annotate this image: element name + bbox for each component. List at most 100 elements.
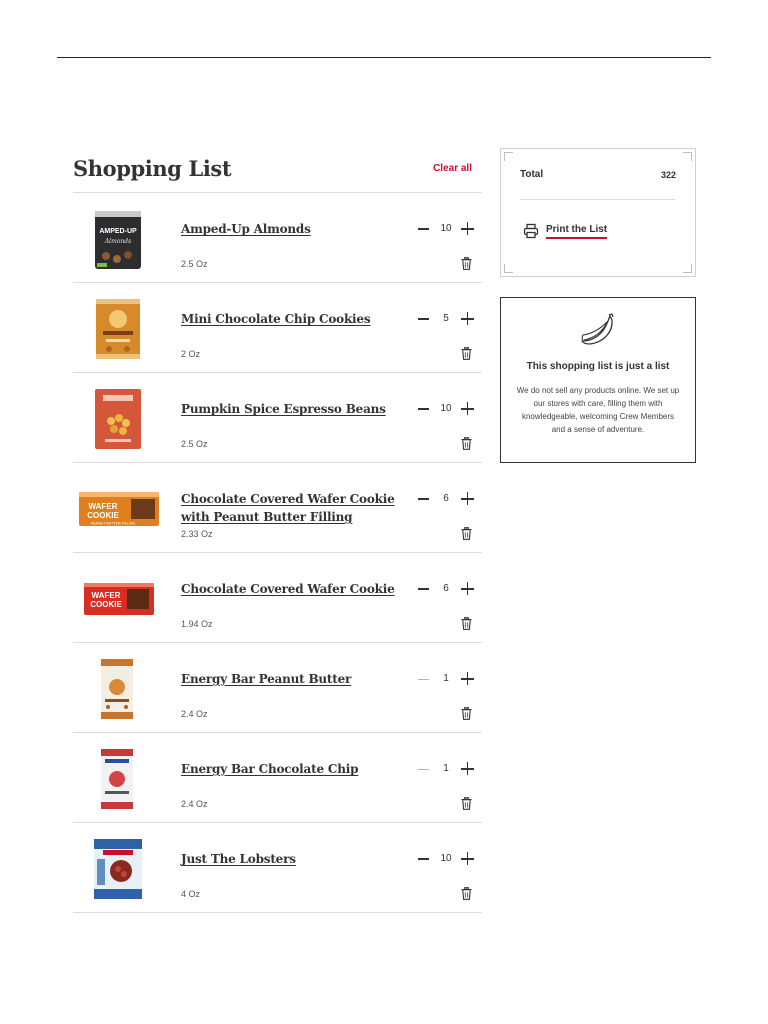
quantity-stepper: 6 xyxy=(418,491,476,507)
quantity-stepper: 5 xyxy=(418,311,476,327)
list-item: Mini Chocolate Chip Cookies 2 Oz 5 xyxy=(73,283,482,373)
quantity-value: 5 xyxy=(443,313,449,324)
product-size: 1.94 Oz xyxy=(181,619,213,629)
plus-icon[interactable] xyxy=(461,312,474,325)
quantity-stepper: 6 xyxy=(418,581,476,597)
svg-text:WAFER: WAFER xyxy=(89,502,118,511)
svg-text:PEANUT BUTTER FILLING: PEANUT BUTTER FILLING xyxy=(91,522,136,526)
quantity-stepper: 1 xyxy=(418,761,476,777)
minus-icon[interactable] xyxy=(418,318,429,320)
trash-icon[interactable] xyxy=(461,346,472,360)
trash-icon[interactable] xyxy=(461,886,472,900)
total-value: 322 xyxy=(660,170,676,180)
plus-icon[interactable] xyxy=(461,402,474,415)
svg-text:Almonds: Almonds xyxy=(104,238,131,245)
svg-text:COOKIE: COOKIE xyxy=(90,600,122,609)
quantity-value: 1 xyxy=(443,763,449,774)
product-name-link[interactable]: Just The Lobsters xyxy=(181,850,396,868)
plus-icon[interactable] xyxy=(461,222,474,235)
plus-icon[interactable] xyxy=(461,582,474,595)
quantity-stepper: 10 xyxy=(418,221,476,237)
product-name-link[interactable]: Pumpkin Spice Espresso Beans xyxy=(181,400,396,418)
product-image[interactable] xyxy=(73,839,163,899)
quantity-value: 10 xyxy=(440,223,452,234)
svg-text:COOKIE: COOKIE xyxy=(87,511,119,520)
minus-icon[interactable] xyxy=(418,768,429,770)
product-size: 2.4 Oz xyxy=(181,709,208,719)
product-image[interactable]: AMPED-UP Almonds xyxy=(73,209,163,269)
product-size: 2 Oz xyxy=(181,349,201,359)
minus-icon[interactable] xyxy=(418,498,429,500)
corner-mark xyxy=(504,264,513,273)
page-title: Shopping List xyxy=(73,156,232,181)
product-image[interactable] xyxy=(73,389,163,449)
top-rule xyxy=(57,57,711,58)
print-list-label: Print the List xyxy=(546,224,608,239)
total-box: Total 322 Print the List xyxy=(500,148,696,277)
divider xyxy=(520,199,675,200)
product-name-link[interactable]: Amped-Up Almonds xyxy=(181,220,396,238)
product-image[interactable] xyxy=(73,659,163,719)
printer-icon xyxy=(523,223,539,239)
product-size: 4 Oz xyxy=(181,889,201,899)
product-name-link[interactable]: Mini Chocolate Chip Cookies xyxy=(181,310,396,328)
quantity-value: 1 xyxy=(443,673,449,684)
product-size: 2.5 Oz xyxy=(181,439,208,449)
info-body: We do not sell any products online. We s… xyxy=(516,386,680,434)
list-item: AMPED-UP Almonds Amped-Up Almonds 2.5 Oz… xyxy=(73,193,482,283)
product-image[interactable] xyxy=(73,299,163,359)
quantity-stepper: 10 xyxy=(418,851,476,867)
product-image[interactable]: WAFER COOKIE PEANUT BUTTER FILLING xyxy=(73,479,163,539)
info-title: This shopping list is just a list xyxy=(526,361,670,372)
info-box: This shopping list is just a list We do … xyxy=(500,297,696,463)
product-image[interactable] xyxy=(73,749,163,809)
product-size: 2.33 Oz xyxy=(181,529,213,539)
product-size: 2.5 Oz xyxy=(181,259,208,269)
svg-text:WAFER: WAFER xyxy=(92,591,121,600)
plus-icon[interactable] xyxy=(461,762,474,775)
minus-icon[interactable] xyxy=(418,408,429,410)
svg-text:AMPED-UP: AMPED-UP xyxy=(99,228,137,235)
print-list-button[interactable]: Print the List xyxy=(523,222,643,242)
product-image[interactable]: WAFER COOKIE xyxy=(73,569,163,629)
product-name-link[interactable]: Chocolate Covered Wafer Cookie with Pean… xyxy=(181,490,396,526)
trash-icon[interactable] xyxy=(461,436,472,450)
trash-icon[interactable] xyxy=(461,706,472,720)
clear-all-button[interactable]: Clear all xyxy=(433,163,472,174)
trash-icon[interactable] xyxy=(461,796,472,810)
plus-icon[interactable] xyxy=(461,852,474,865)
quantity-value: 6 xyxy=(443,583,449,594)
trash-icon[interactable] xyxy=(461,616,472,630)
banana-icon xyxy=(581,313,614,345)
list-item: Pumpkin Spice Espresso Beans 2.5 Oz 10 xyxy=(73,373,482,463)
shopping-list: Shopping List Clear all AMPED-UP Almonds… xyxy=(73,148,482,913)
list-item: WAFER COOKIE Chocolate Covered Wafer Coo… xyxy=(73,553,482,643)
list-item: Energy Bar Peanut Butter 2.4 Oz 1 xyxy=(73,643,482,733)
plus-icon[interactable] xyxy=(461,492,474,505)
product-name-link[interactable]: Chocolate Covered Wafer Cookie xyxy=(181,580,396,598)
list-header: Shopping List Clear all xyxy=(73,148,482,193)
minus-icon[interactable] xyxy=(418,228,429,230)
quantity-value: 10 xyxy=(440,853,452,864)
total-label: Total xyxy=(520,169,544,180)
quantity-stepper: 10 xyxy=(418,401,476,417)
quantity-stepper: 1 xyxy=(418,671,476,687)
item-list: AMPED-UP Almonds Amped-Up Almonds 2.5 Oz… xyxy=(73,193,482,913)
quantity-value: 6 xyxy=(443,493,449,504)
corner-mark xyxy=(683,152,692,161)
list-item: WAFER COOKIE PEANUT BUTTER FILLING Choco… xyxy=(73,463,482,553)
plus-icon[interactable] xyxy=(461,672,474,685)
minus-icon[interactable] xyxy=(418,678,429,680)
product-size: 2.4 Oz xyxy=(181,799,208,809)
corner-mark xyxy=(504,152,513,161)
list-item: Just The Lobsters 4 Oz 10 xyxy=(73,823,482,913)
trash-icon[interactable] xyxy=(461,256,472,270)
product-name-link[interactable]: Energy Bar Chocolate Chip xyxy=(181,760,396,778)
corner-mark xyxy=(683,264,692,273)
list-item: Energy Bar Chocolate Chip 2.4 Oz 1 xyxy=(73,733,482,823)
product-name-link[interactable]: Energy Bar Peanut Butter xyxy=(181,670,396,688)
quantity-value: 10 xyxy=(440,403,452,414)
minus-icon[interactable] xyxy=(418,858,429,860)
minus-icon[interactable] xyxy=(418,588,429,590)
trash-icon[interactable] xyxy=(461,526,472,540)
